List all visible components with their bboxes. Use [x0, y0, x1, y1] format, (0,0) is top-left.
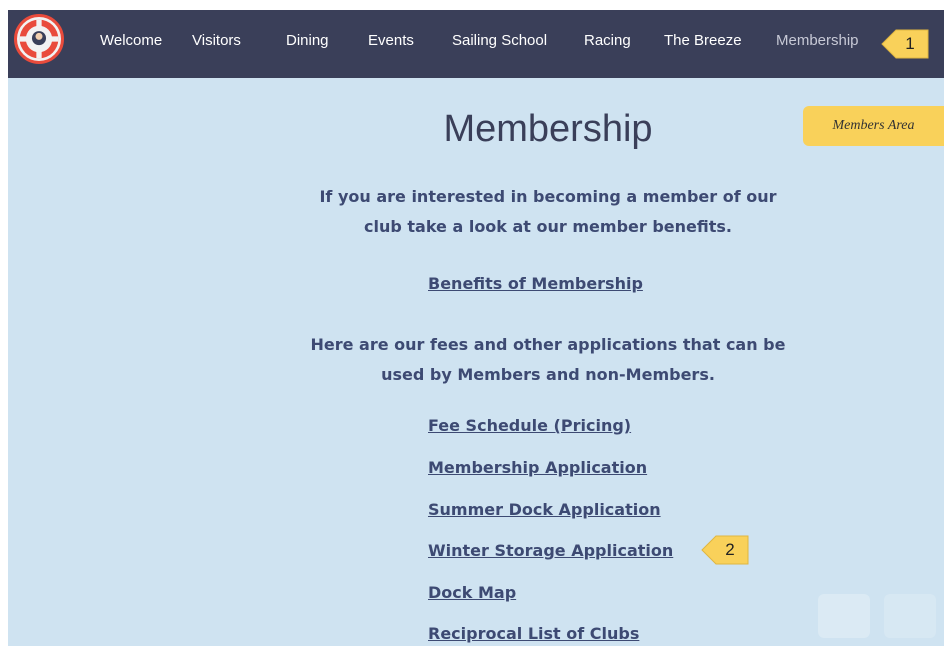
callout-marker-1: 1	[880, 27, 930, 61]
nav-item-welcome[interactable]: Welcome	[100, 32, 162, 49]
callout-number: 2	[725, 540, 735, 559]
benefits-of-membership-link[interactable]: Benefits of Membership	[428, 274, 643, 293]
nav-item-dining[interactable]: Dining	[286, 32, 329, 49]
fees-line: Here are our fees and other applications…	[310, 335, 786, 354]
nav-item-events[interactable]: Events	[368, 32, 414, 49]
reciprocal-list-of-clubs-link[interactable]: Reciprocal List of Clubs	[428, 624, 639, 643]
nav-item-racing[interactable]: Racing	[584, 32, 631, 49]
callout-number: 1	[905, 34, 915, 53]
fee-schedule-link[interactable]: Fee Schedule (Pricing)	[428, 416, 631, 435]
fees-line: used by Members and non-Members.	[381, 365, 715, 384]
dock-map-link[interactable]: Dock Map	[428, 583, 516, 602]
top-navbar: Welcome Visitors Dining Events Sailing S…	[8, 10, 944, 78]
intro-line: club take a look at our member benefits.	[364, 217, 732, 236]
club-logo-icon[interactable]	[14, 14, 64, 64]
callout-marker-2: 2	[700, 533, 750, 567]
winter-storage-application-link[interactable]: Winter Storage Application	[428, 541, 673, 560]
intro-line: If you are interested in becoming a memb…	[319, 187, 777, 206]
nav-item-sailing-school[interactable]: Sailing School	[452, 32, 547, 49]
membership-application-link[interactable]: Membership Application	[428, 458, 647, 477]
members-area-button[interactable]: Members Area	[803, 106, 944, 146]
scroll-top-icon[interactable]	[884, 594, 936, 638]
chat-widget-icon[interactable]	[818, 594, 870, 638]
nav-item-the-breeze[interactable]: The Breeze	[664, 32, 742, 49]
summer-dock-application-link[interactable]: Summer Dock Application	[428, 500, 661, 519]
page-frame: Welcome Visitors Dining Events Sailing S…	[8, 10, 944, 646]
nav-item-visitors[interactable]: Visitors	[192, 32, 241, 49]
page-title: Membership	[443, 108, 653, 150]
fees-text: Here are our fees and other applications…	[238, 330, 858, 390]
intro-text: If you are interested in becoming a memb…	[238, 182, 858, 242]
nav-item-membership[interactable]: Membership	[776, 32, 859, 49]
